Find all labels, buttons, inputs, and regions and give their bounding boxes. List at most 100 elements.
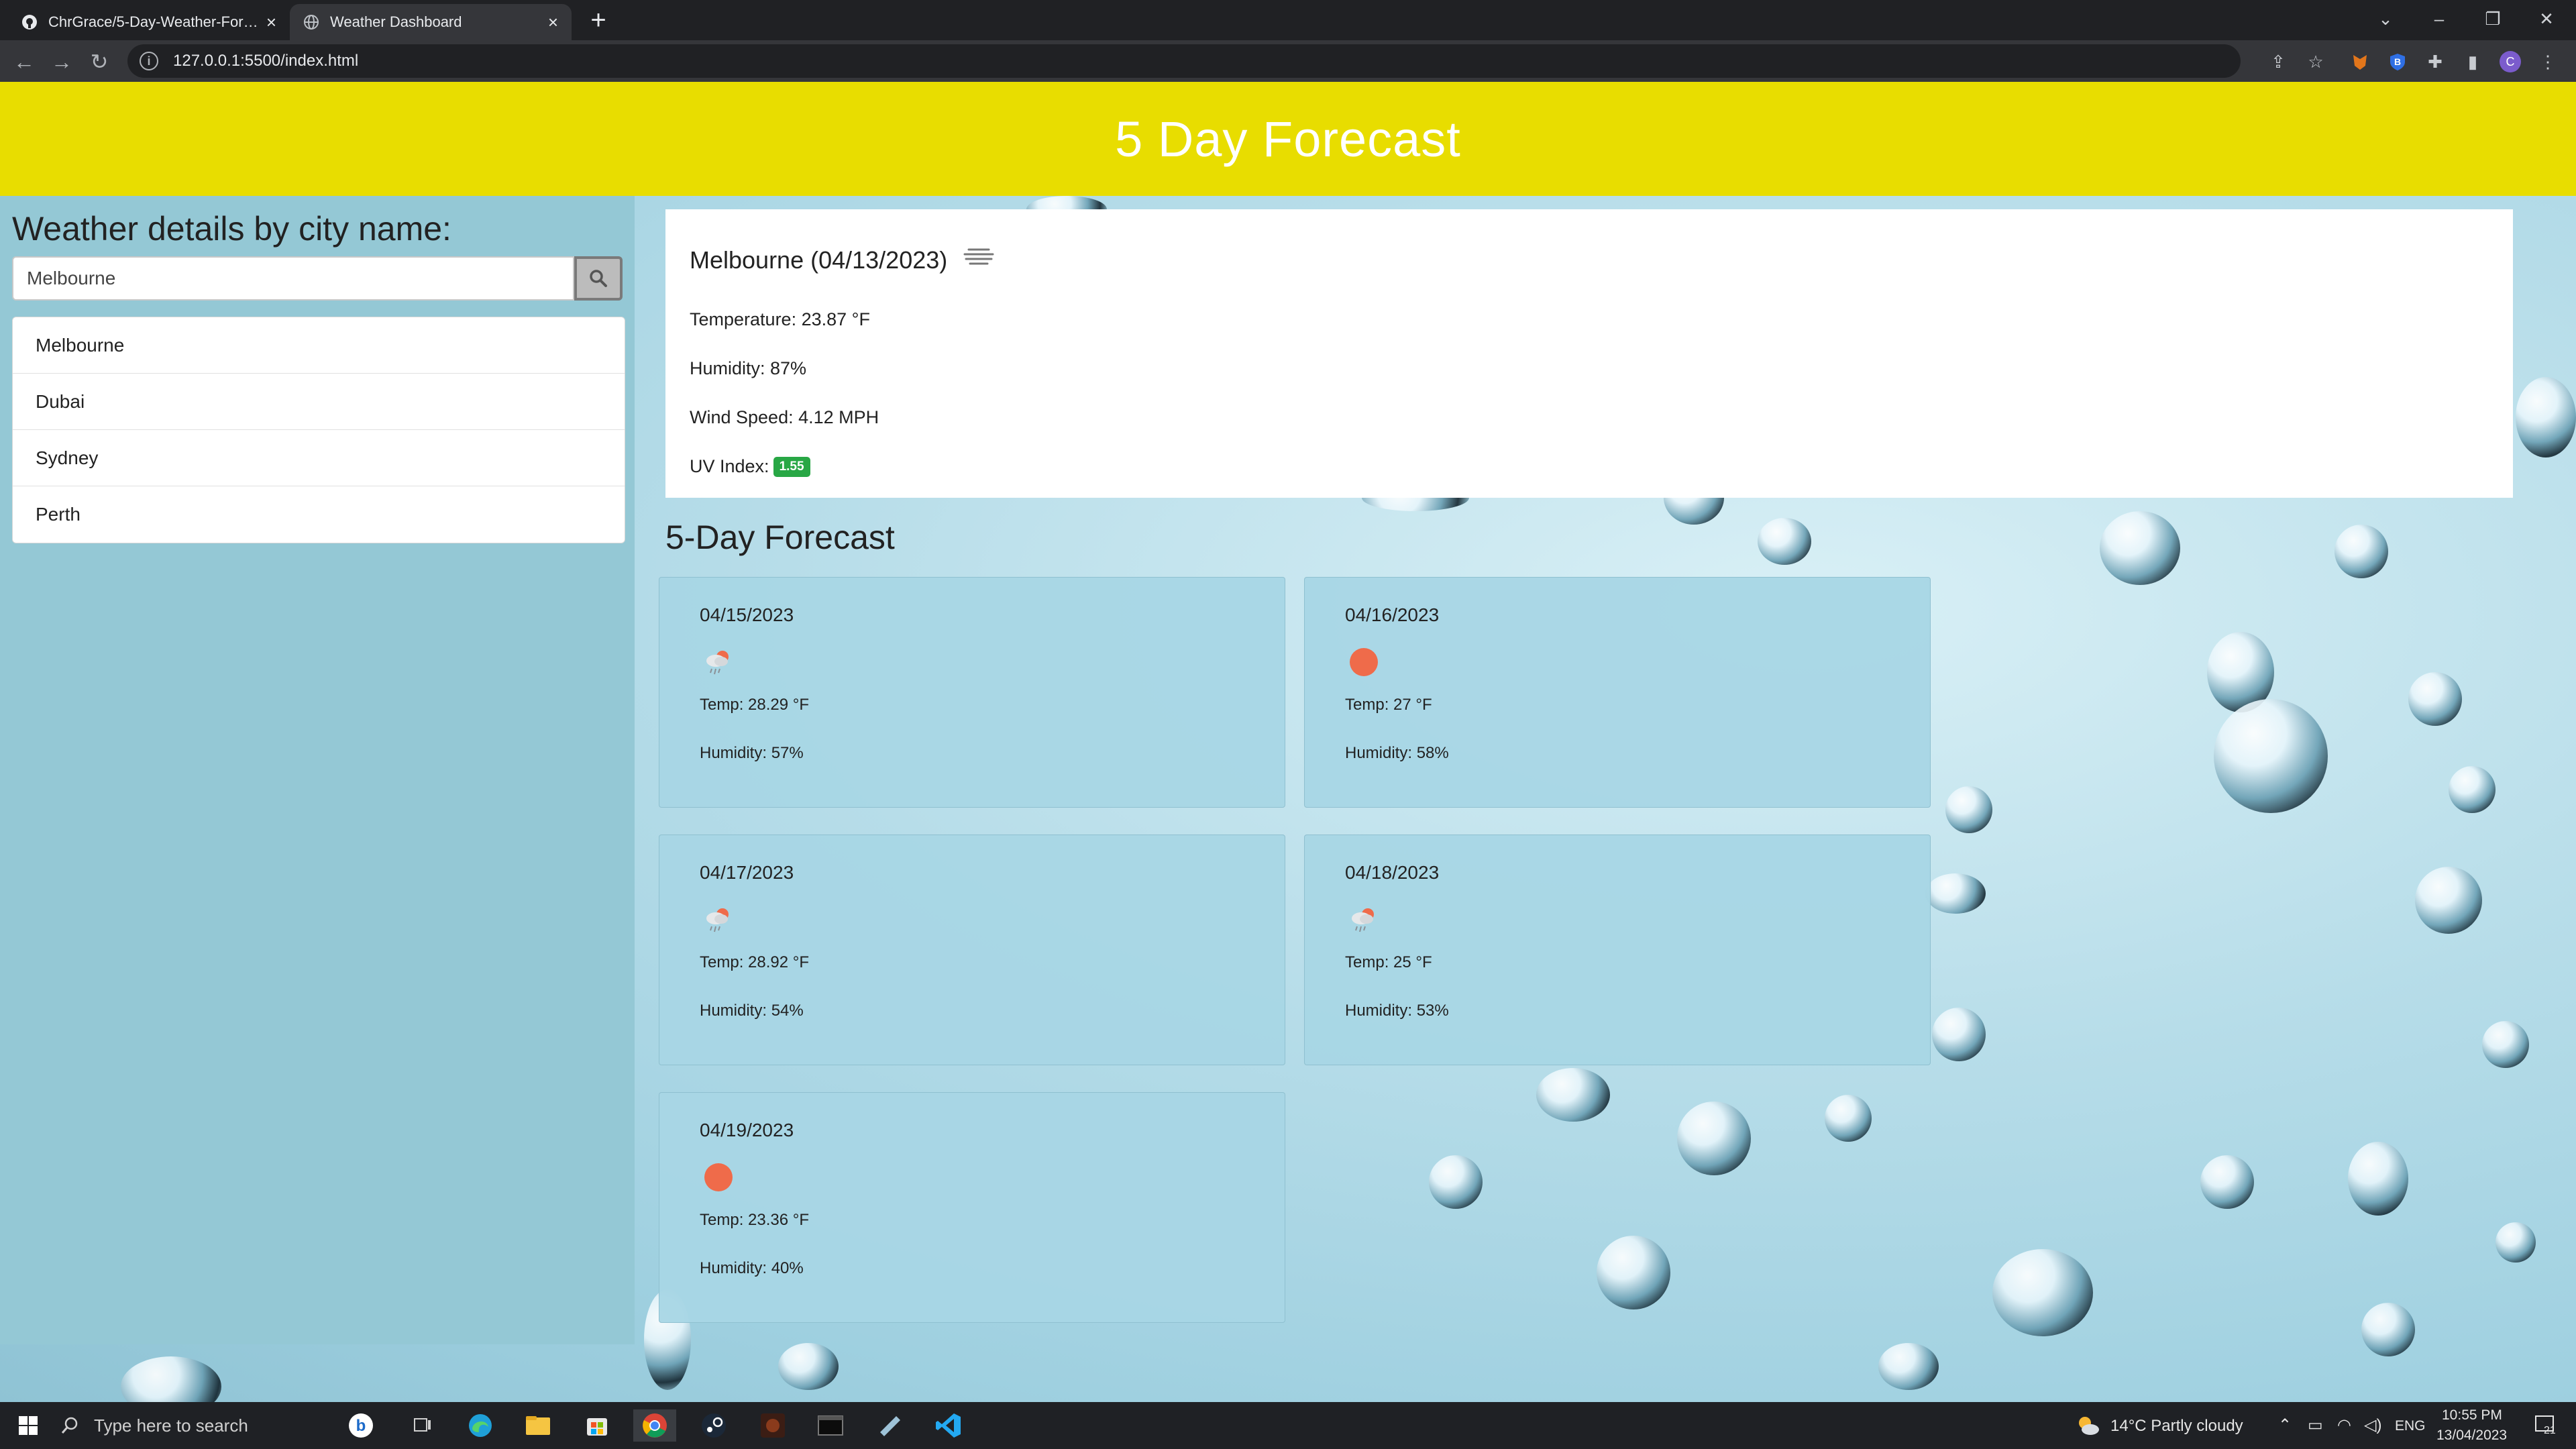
taskbar-search[interactable]: Type here to search [60, 1402, 329, 1449]
wifi-icon[interactable]: ◠ [2337, 1415, 2351, 1435]
search-history-list: Melbourne Dubai Sydney Perth [12, 317, 625, 543]
language-indicator[interactable]: ENG [2395, 1418, 2426, 1434]
clock-time[interactable]: 10:55 PM [2442, 1407, 2502, 1424]
current-uv-index: UV Index: 1.55 [690, 456, 2489, 477]
windows-taskbar: Type here to search b 14°C Partly cloudy… [0, 1402, 2576, 1449]
file-explorer-icon[interactable] [522, 1409, 554, 1442]
history-item-melbourne[interactable]: Melbourne [13, 317, 625, 374]
rain-sun-icon [700, 901, 1285, 938]
edge-icon[interactable] [464, 1409, 496, 1442]
address-bar[interactable]: i 127.0.0.1:5500/index.html [127, 44, 2241, 78]
task-view-icon[interactable] [407, 1409, 439, 1442]
notes-app-icon[interactable] [873, 1409, 906, 1442]
window-close-icon[interactable]: ✕ [2520, 0, 2573, 38]
restore-icon[interactable]: ❐ [2466, 0, 2520, 38]
forecast-temp: Temp: 27 °F [1345, 696, 1432, 714]
search-box [12, 256, 623, 301]
tab-weather-dashboard[interactable]: Weather Dashboard × [290, 4, 572, 40]
search-button[interactable] [574, 256, 623, 301]
weather-widget-icon[interactable] [2072, 1409, 2104, 1442]
bing-icon[interactable]: b [345, 1409, 377, 1442]
forward-arrow-icon[interactable]: → [47, 47, 76, 76]
windows-start-icon[interactable] [12, 1409, 44, 1442]
clock-date[interactable]: 13/04/2023 [2436, 1428, 2507, 1444]
forecast-temp: Temp: 28.92 °F [700, 953, 810, 971]
forecast-date: 04/17/2023 [700, 862, 794, 883]
microsoft-store-icon[interactable] [581, 1409, 613, 1442]
current-weather-title: Melbourne (04/13/2023) [690, 246, 2489, 274]
current-temperature: Temperature: 23.87 °F [690, 309, 870, 329]
forecast-card: 04/16/2023 Temp: 27 °F Humidity: 58% [1304, 577, 1931, 808]
uv-label: UV Index: [690, 456, 769, 476]
avatar[interactable]: C [2498, 50, 2522, 74]
side-panel-icon[interactable]: ▮ [2461, 50, 2485, 74]
steam-icon[interactable] [698, 1409, 730, 1442]
water-drop [1925, 873, 1986, 914]
back-arrow-icon[interactable]: ← [9, 47, 39, 76]
water-drop [1878, 1343, 1939, 1390]
app-header: 5 Day Forecast [0, 82, 2576, 196]
network-icon[interactable]: ▭ [2308, 1415, 2323, 1435]
minimize-icon[interactable]: – [2412, 0, 2466, 38]
water-drop [2449, 766, 2496, 813]
search-icon [61, 1417, 78, 1434]
tab-github[interactable]: ChrGrace/5-Day-Weather-Forecast × [8, 4, 290, 40]
star-icon[interactable]: ☆ [2304, 50, 2328, 74]
tab-title: Weather Dashboard [330, 13, 462, 30]
vscode-icon[interactable] [932, 1409, 965, 1442]
water-drop [2348, 1142, 2408, 1216]
svg-text:b: b [356, 1417, 366, 1435]
water-drop [1992, 1249, 2093, 1336]
notification-count: 21 [2544, 1425, 2556, 1436]
current-city-date: Melbourne (04/13/2023) [690, 246, 948, 274]
tab-search-icon[interactable]: ⌄ [2359, 0, 2412, 38]
share-icon[interactable]: ⇪ [2266, 50, 2290, 74]
city-search-input[interactable] [12, 256, 574, 301]
menu-icon[interactable]: ⋮ [2536, 50, 2560, 74]
close-icon[interactable]: × [548, 12, 558, 33]
puzzle-icon[interactable]: ✚ [2423, 50, 2447, 74]
forecast-date: 04/15/2023 [700, 604, 794, 625]
forecast-card: 04/18/2023 Temp: 25 °F Humidity: 53% [1304, 835, 1931, 1065]
forecast-date: 04/18/2023 [1345, 862, 1440, 883]
sun-icon [1345, 643, 1930, 681]
terminal-icon[interactable] [814, 1409, 847, 1442]
water-drop [121, 1356, 221, 1402]
reload-icon[interactable]: ↻ [85, 47, 114, 76]
tray-chevron-icon[interactable]: ⌃ [2278, 1415, 2292, 1435]
chrome-icon[interactable] [633, 1409, 676, 1442]
extension-b-icon[interactable]: B [2385, 50, 2410, 74]
history-item-perth[interactable]: Perth [13, 486, 625, 543]
taskbar-search-placeholder: Type here to search [94, 1415, 248, 1436]
forecast-humidity: Humidity: 53% [1345, 1002, 1449, 1020]
water-drop [1945, 786, 1992, 833]
water-drop [1597, 1236, 1670, 1309]
forecast-temp: Temp: 28.29 °F [700, 696, 810, 714]
page-title: 5 Day Forecast [1115, 111, 1461, 167]
svg-text:C: C [2506, 55, 2515, 68]
water-drop [1758, 518, 1811, 565]
weather-widget-text[interactable]: 14°C Partly cloudy [2110, 1417, 2243, 1436]
url-text[interactable]: 127.0.0.1:5500/index.html [173, 52, 358, 70]
mist-icon [962, 246, 996, 274]
forecast-card: 04/15/2023 Temp: 28.29 °F Humidity: 57% [659, 577, 1285, 808]
water-drop [1429, 1155, 1483, 1209]
history-item-sydney[interactable]: Sydney [13, 430, 625, 486]
sun-icon [700, 1159, 1285, 1196]
site-info-icon[interactable]: i [140, 52, 158, 70]
water-drop [2361, 1303, 2415, 1356]
new-tab-button[interactable]: + [584, 7, 613, 36]
volume-icon[interactable]: ◁) [2364, 1415, 2381, 1435]
current-wind-speed: Wind Speed: 4.12 MPH [690, 407, 879, 427]
forecast-date: 04/16/2023 [1345, 604, 1440, 625]
history-item-dubai[interactable]: Dubai [13, 374, 625, 430]
water-drop [778, 1343, 839, 1390]
forecast-card: 04/17/2023 Temp: 28.92 °F Humidity: 54% [659, 835, 1285, 1065]
browser-toolbar: ← → ↻ i 127.0.0.1:5500/index.html ⇪ ☆ B … [0, 40, 2576, 82]
metamask-extension-icon[interactable] [2348, 50, 2372, 74]
water-drop [2334, 525, 2388, 578]
search-sidebar: Weather details by city name: Melbourne … [0, 196, 635, 1344]
game-app-icon[interactable] [757, 1409, 789, 1442]
close-icon[interactable]: × [266, 12, 276, 33]
water-drop [1677, 1102, 1751, 1175]
